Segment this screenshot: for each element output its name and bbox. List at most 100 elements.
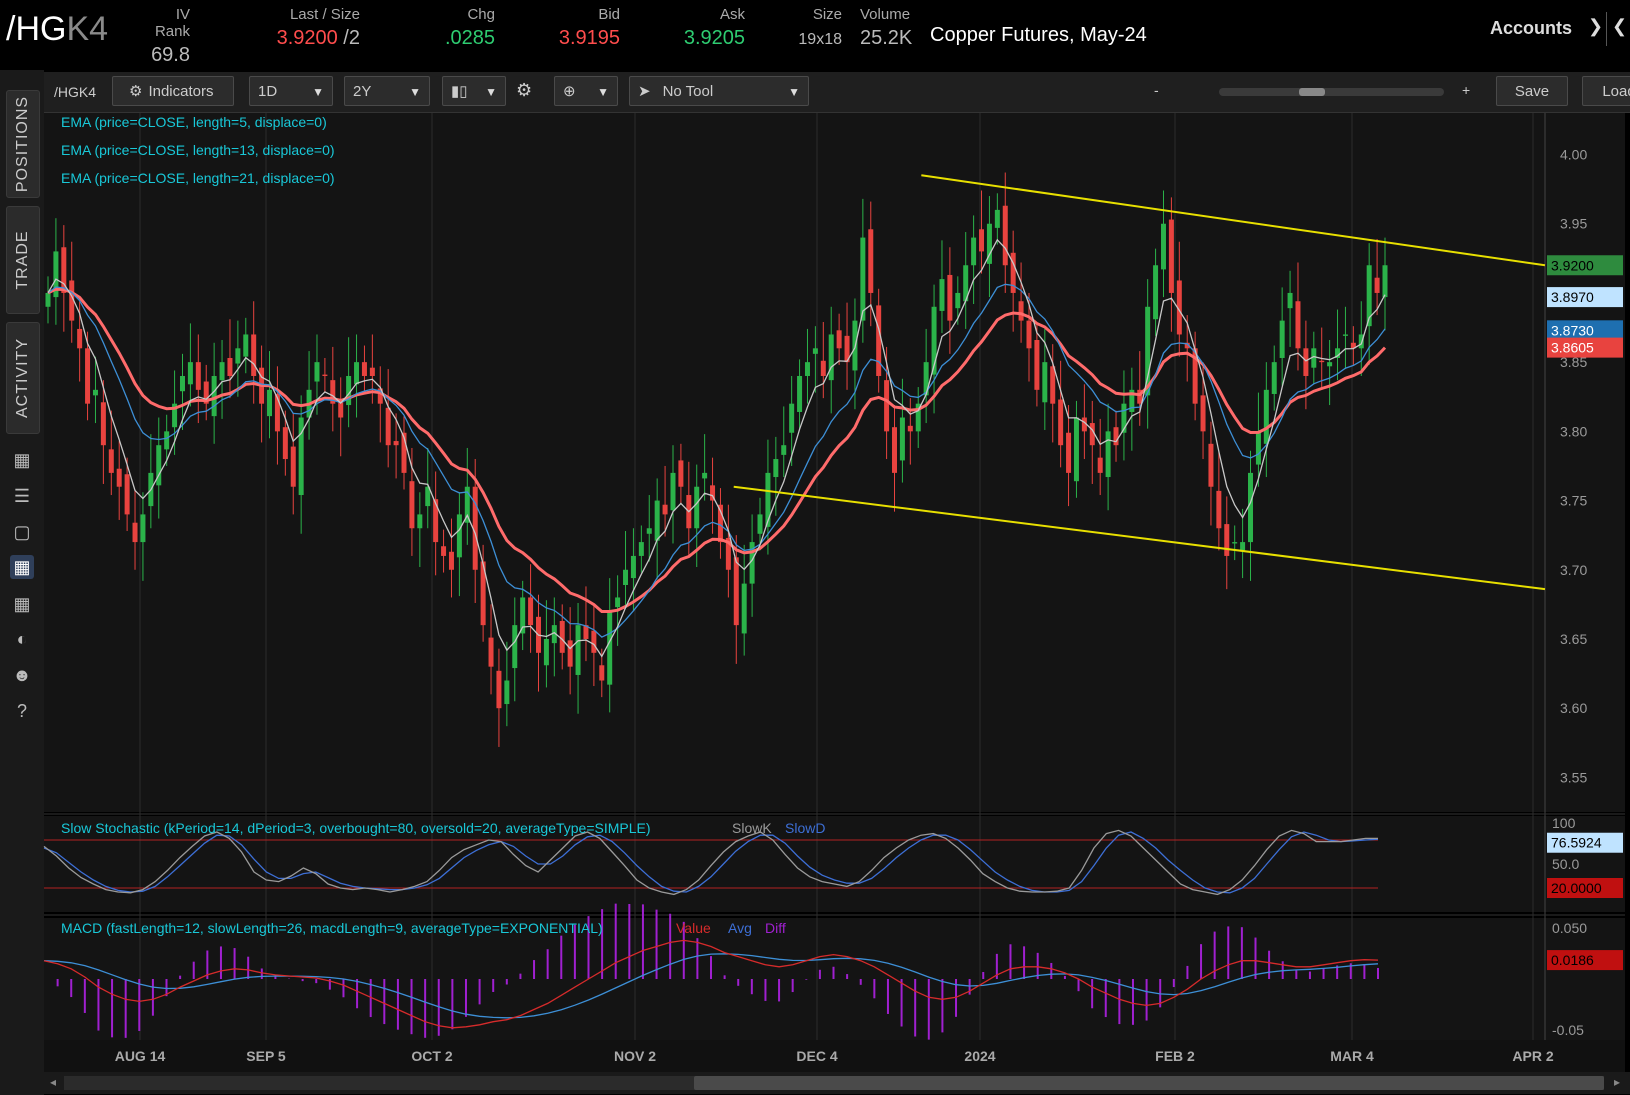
candle-down bbox=[322, 374, 328, 376]
zoom-in-button[interactable]: + bbox=[1462, 82, 1470, 98]
candle-down bbox=[884, 380, 890, 432]
candle-up bbox=[615, 597, 621, 608]
crosshair-icon: ⊕ bbox=[563, 83, 576, 100]
candle-down bbox=[559, 620, 565, 653]
y-tick-label: 3.80 bbox=[1560, 423, 1587, 439]
candle-down bbox=[1350, 342, 1356, 349]
candle-up bbox=[971, 237, 977, 266]
save-button[interactable]: Save bbox=[1496, 76, 1568, 106]
people-icon[interactable]: ☻ bbox=[10, 663, 34, 687]
candle-up bbox=[1240, 542, 1246, 551]
tab-trade[interactable]: TRADE bbox=[6, 206, 40, 314]
candle-down bbox=[259, 367, 265, 404]
candle-up bbox=[860, 237, 866, 321]
stochastic-legend-d: SlowD bbox=[785, 820, 825, 836]
ema-lines bbox=[47, 238, 1387, 658]
candle-down bbox=[338, 399, 344, 418]
candle-down bbox=[472, 486, 478, 570]
macd-label[interactable]: MACD (fastLength=12, slowLength=26, macd… bbox=[61, 920, 603, 936]
candle-up bbox=[1153, 265, 1159, 320]
macd-panel: 0.050 -0.05 0.0186 bbox=[43, 903, 1623, 1040]
candle-down bbox=[1050, 366, 1056, 404]
chevron-right-icon[interactable]: ▸ bbox=[1614, 1075, 1620, 1089]
price-label-bg bbox=[1547, 320, 1623, 341]
quote-value: 3.9200 bbox=[276, 27, 338, 49]
list-icon[interactable]: ☰ bbox=[10, 484, 34, 508]
macd-tick: 0.050 bbox=[1552, 920, 1587, 936]
candle-up bbox=[923, 362, 929, 396]
candle-up bbox=[852, 320, 858, 371]
x-tick-label: NOV 2 bbox=[614, 1048, 656, 1064]
scroll-track[interactable] bbox=[64, 1076, 1604, 1090]
study-label-ema21[interactable]: EMA (price=CLOSE, length=21, displace=0) bbox=[61, 170, 335, 186]
tab-positions[interactable]: POSITIONS bbox=[6, 90, 40, 198]
candle-up bbox=[543, 638, 549, 666]
gear-icon[interactable]: ⚙ bbox=[516, 80, 532, 101]
candle-up bbox=[504, 680, 510, 705]
candle-up bbox=[812, 348, 818, 354]
help-icon[interactable]: ? bbox=[10, 699, 34, 723]
tool-label: No Tool bbox=[662, 83, 714, 100]
indicators-button[interactable]: ⚙ Indicators bbox=[112, 76, 234, 106]
macd-value: 0.0186 bbox=[1551, 952, 1594, 968]
candle-down bbox=[488, 637, 494, 667]
stoch-tick: 50.0 bbox=[1552, 856, 1579, 872]
chart-labels: 3.9200 3.8970 3.8730 3.8605 bbox=[1547, 255, 1623, 358]
tool-select[interactable]: ➤ No Tool ▼ bbox=[629, 76, 809, 106]
quote-label: Last / Size bbox=[289, 6, 360, 23]
candle-up bbox=[172, 403, 178, 428]
x-tick-label: SEP 5 bbox=[246, 1048, 286, 1064]
candle-down bbox=[385, 407, 391, 446]
candle-up bbox=[1287, 292, 1293, 309]
study-label-ema5[interactable]: EMA (price=CLOSE, length=5, displace=0) bbox=[61, 114, 327, 130]
candle-down bbox=[369, 367, 375, 376]
chart-style-select[interactable]: ▮▯ ▼ bbox=[442, 76, 506, 106]
candle-down bbox=[100, 402, 106, 446]
gauge-icon[interactable]: ◐ bbox=[10, 627, 34, 651]
chart-grid bbox=[139, 113, 1534, 1040]
grid-icon[interactable]: ▦ bbox=[10, 592, 34, 616]
candle-down bbox=[820, 360, 826, 376]
candle-up bbox=[1358, 334, 1364, 349]
drawing-style-select[interactable]: ⊕ ▼ bbox=[554, 76, 618, 106]
accounts-menu[interactable]: Accounts bbox=[1490, 18, 1572, 39]
range-select[interactable]: 2Y ▼ bbox=[344, 76, 430, 106]
quote-value: 3.9195 bbox=[558, 27, 620, 49]
monitor-icon[interactable]: ▦ bbox=[10, 448, 34, 472]
chart-icon[interactable]: ▦ bbox=[10, 555, 34, 579]
candle-up bbox=[1271, 362, 1277, 394]
horizontal-scrollbar[interactable]: ◂ ▸ bbox=[44, 1072, 1630, 1094]
scroll-thumb[interactable] bbox=[694, 1076, 1604, 1090]
chart-area[interactable]: 4.00 3.95 3.90 3.85 3.80 3.75 3.70 3.65 3.60 3.55… bbox=[0, 0, 1630, 1095]
load-button[interactable]: Load bbox=[1582, 76, 1630, 106]
candle-up bbox=[1366, 265, 1372, 327]
study-label-ema13[interactable]: EMA (price=CLOSE, length=13, displace=0) bbox=[61, 142, 335, 158]
candle-up bbox=[986, 223, 992, 264]
candle-up bbox=[1232, 542, 1238, 544]
interval-select[interactable]: 1D ▼ bbox=[249, 76, 333, 106]
candle-down bbox=[710, 485, 716, 501]
chevron-down-icon[interactable]: ❯ bbox=[1588, 16, 1603, 37]
zoom-slider-handle[interactable] bbox=[1299, 88, 1325, 96]
zoom-slider[interactable] bbox=[1219, 88, 1444, 96]
candle-up bbox=[654, 500, 660, 541]
zoom-out-button[interactable]: - bbox=[1154, 82, 1159, 98]
candle-down bbox=[1192, 348, 1198, 404]
chevron-left-icon[interactable]: ◂ bbox=[50, 1075, 56, 1089]
ema5-line bbox=[47, 238, 1386, 658]
chevron-left-icon[interactable]: ❮ bbox=[1612, 16, 1627, 37]
candle-up bbox=[346, 375, 352, 406]
candle-down bbox=[844, 335, 850, 363]
tab-activity[interactable]: ACTIVITY bbox=[6, 322, 40, 434]
candle-up bbox=[306, 389, 312, 418]
candle-up bbox=[741, 583, 747, 634]
x-tick-label: APR 2 bbox=[1512, 1048, 1553, 1064]
candle-up bbox=[1263, 389, 1269, 444]
channel-line bbox=[733, 485, 1546, 591]
candle-up bbox=[1121, 403, 1127, 433]
tv-icon[interactable]: ▢ bbox=[10, 520, 34, 544]
stochastic-label[interactable]: Slow Stochastic (kPeriod=14, dPeriod=3, … bbox=[61, 820, 651, 836]
candle-up bbox=[140, 514, 146, 543]
candle-up bbox=[1279, 320, 1285, 358]
symbol-suffix: K4 bbox=[66, 10, 109, 48]
